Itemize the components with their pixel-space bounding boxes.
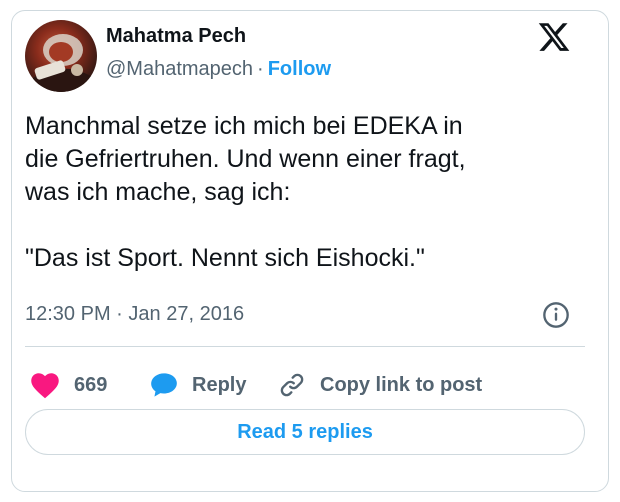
link-icon bbox=[280, 373, 304, 397]
tweet-timestamp[interactable]: 12:30 PM · Jan 27, 2016 bbox=[25, 303, 244, 326]
timestamp-separator: · bbox=[116, 303, 123, 325]
like-button[interactable]: 669 bbox=[30, 368, 107, 402]
speech-bubble-icon bbox=[151, 373, 177, 397]
avatar-image bbox=[33, 34, 91, 92]
like-count: 669 bbox=[74, 373, 108, 396]
tweet-time: 12:30 PM bbox=[25, 303, 111, 325]
user-handle[interactable]: @Mahatmapech bbox=[106, 58, 253, 80]
handle-line: @Mahatmapech · Follow bbox=[106, 58, 331, 81]
handle-separator: · bbox=[257, 58, 264, 80]
copy-link-button[interactable]: Copy link to post bbox=[278, 368, 482, 402]
divider bbox=[25, 346, 585, 347]
x-logo-icon[interactable] bbox=[536, 20, 572, 54]
reply-label: Reply bbox=[192, 373, 247, 396]
reply-button[interactable]: Reply bbox=[150, 368, 246, 402]
display-name[interactable]: Mahatma Pech bbox=[106, 25, 246, 48]
avatar[interactable] bbox=[25, 20, 97, 92]
info-icon[interactable] bbox=[542, 301, 570, 329]
tweet-date: Jan 27, 2016 bbox=[128, 303, 245, 325]
copy-link-label: Copy link to post bbox=[320, 373, 483, 396]
follow-button[interactable]: Follow bbox=[268, 58, 331, 80]
tweet-line: was ich mache, sag ich: bbox=[25, 178, 291, 206]
tweet-text: Manchmal setze ich mich bei EDEKA in die… bbox=[25, 110, 585, 275]
tweet-line: die Gefriertruhen. Und wenn einer fragt, bbox=[25, 145, 466, 173]
heart-icon bbox=[31, 373, 59, 399]
tweet-quote: "Das ist Sport. Nennt sich Eishocki." bbox=[25, 244, 425, 272]
tweet-line: Manchmal setze ich mich bei EDEKA in bbox=[25, 112, 463, 140]
read-replies-button[interactable]: Read 5 replies bbox=[25, 409, 585, 455]
